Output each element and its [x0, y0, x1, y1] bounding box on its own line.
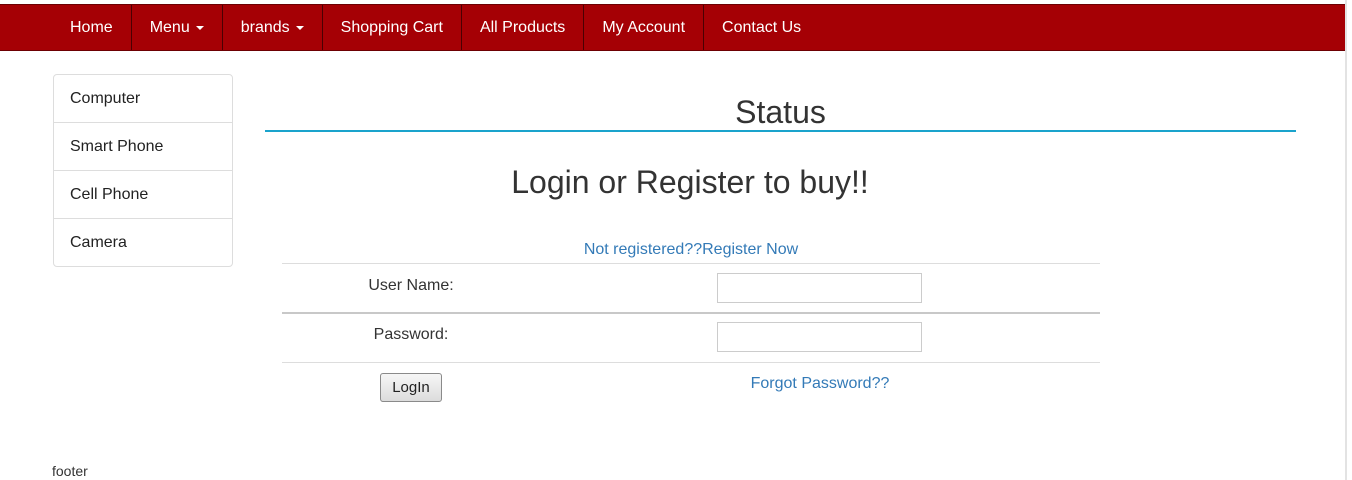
nav-list: Home Menu brands Shopping Cart All Produ… — [52, 5, 819, 50]
password-label: Password: — [373, 326, 449, 343]
sidebar-item-label: Camera — [70, 233, 127, 251]
caret-down-icon — [195, 25, 204, 30]
nav-item-contact-us[interactable]: Contact Us — [704, 5, 819, 50]
sidebar-item-label: Computer — [70, 89, 141, 107]
sidebar-item-cell-phone[interactable]: Cell Phone — [54, 171, 232, 219]
category-sidebar: Computer Smart Phone Cell Phone Camera — [53, 74, 233, 267]
status-divider — [265, 130, 1296, 132]
nav-item-menu[interactable]: Menu — [132, 5, 223, 50]
nav-item-shopping-cart[interactable]: Shopping Cart — [323, 5, 462, 50]
register-link[interactable]: Not registered??Register Now — [282, 241, 1100, 259]
nav-item-label: Contact Us — [722, 18, 802, 36]
caret-down-icon — [295, 25, 304, 30]
nav-item-label: Shopping Cart — [340, 18, 443, 36]
sidebar-item-label: Smart Phone — [70, 137, 164, 155]
login-button[interactable]: LogIn — [380, 373, 442, 402]
nav-item-label: All Products — [479, 18, 566, 36]
sidebar-item-smart-phone[interactable]: Smart Phone — [54, 123, 232, 171]
sidebar-item-label: Cell Phone — [70, 185, 149, 203]
sidebar-item-camera[interactable]: Camera — [54, 219, 232, 266]
nav-item-all-products[interactable]: All Products — [462, 5, 585, 50]
nav-item-my-account[interactable]: My Account — [584, 5, 705, 50]
nav-item-label: Menu — [149, 18, 190, 36]
status-title: Status — [735, 94, 826, 130]
login-heading: Login or Register to buy!! — [511, 164, 869, 200]
nav-item-label: brands — [240, 18, 290, 36]
scrollbar-edge — [1345, 0, 1347, 480]
nav-item-label: My Account — [602, 18, 686, 36]
nav-item-label: Home — [70, 18, 113, 36]
forgot-password-link[interactable]: Forgot Password?? — [700, 375, 940, 393]
username-label: User Name: — [368, 277, 454, 294]
sidebar-item-computer[interactable]: Computer — [54, 75, 232, 123]
page: Home Menu brands Shopping Cart All Produ… — [0, 0, 1352, 480]
footer: footer — [52, 463, 88, 479]
password-input[interactable] — [717, 322, 922, 352]
top-navbar: Home Menu brands Shopping Cart All Produ… — [0, 4, 1345, 51]
nav-item-home[interactable]: Home — [52, 5, 132, 50]
form-row-divider — [282, 312, 1100, 314]
form-row-divider — [282, 263, 1100, 264]
nav-item-brands[interactable]: brands — [223, 5, 323, 50]
form-row-divider — [282, 362, 1100, 363]
username-input[interactable] — [717, 273, 922, 303]
